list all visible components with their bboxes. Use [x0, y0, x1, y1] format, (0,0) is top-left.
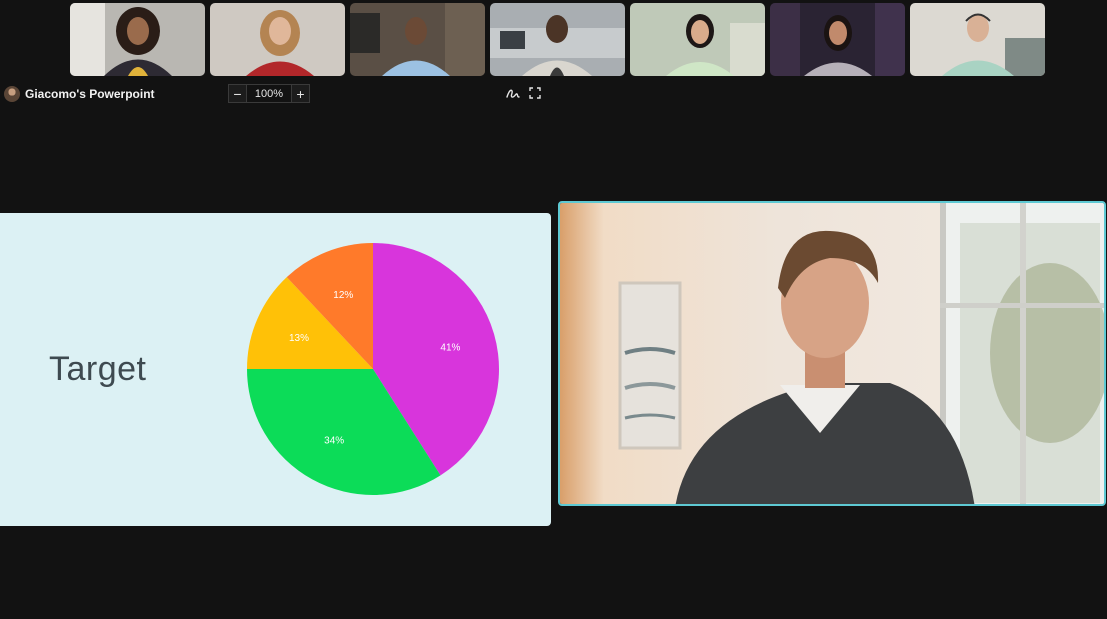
meeting-stage: Giacomo's Powerpoint − 100% + Target 41%…: [0, 0, 1107, 619]
pie-slice-label-3: 12%: [333, 290, 353, 301]
pie-slice-label-0: 41%: [440, 343, 460, 354]
active-speaker-video[interactable]: [558, 201, 1106, 506]
pie-slice-label-2: 13%: [289, 333, 309, 344]
pie-slice-label-1: 34%: [324, 436, 344, 447]
